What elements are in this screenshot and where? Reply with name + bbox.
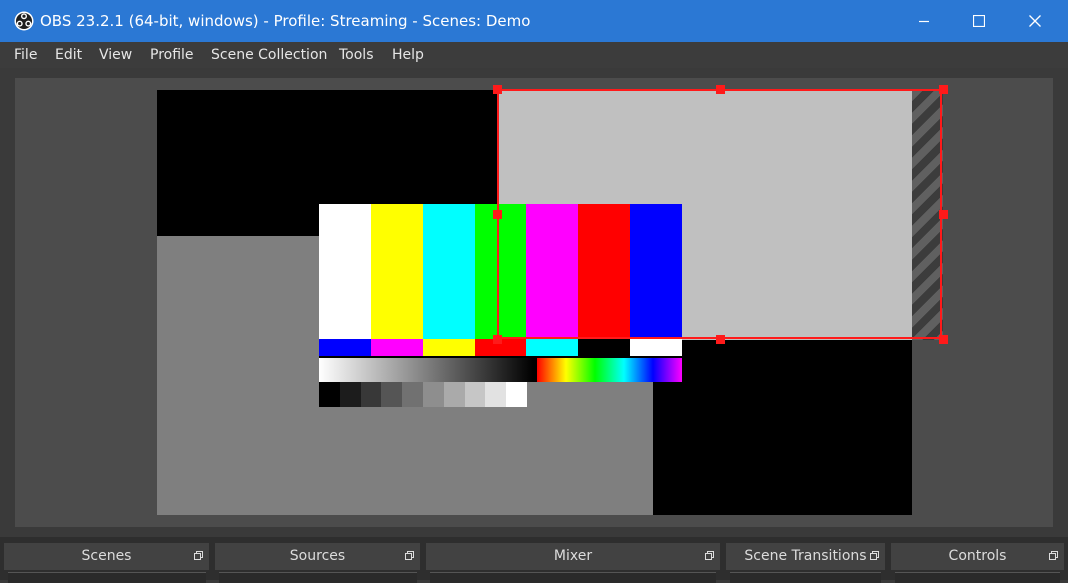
top-bar-2 xyxy=(422,204,475,339)
float-dock-icon[interactable] xyxy=(405,551,414,560)
middle-bar-0 xyxy=(319,339,371,356)
gray-step-0 xyxy=(319,382,340,407)
middle-bar-4 xyxy=(526,339,579,356)
title-bar: OBS 23.2.1 (64-bit, windows) - Profile: … xyxy=(0,0,1068,42)
menu-scene-collection[interactable]: Scene Collection xyxy=(211,46,327,64)
gray-step-3 xyxy=(381,382,403,407)
mixer-panel[interactable] xyxy=(430,572,716,583)
menu-help[interactable]: Help xyxy=(392,46,424,64)
scenes-list[interactable] xyxy=(8,572,206,583)
resize-handle-top[interactable] xyxy=(716,85,725,94)
resize-handle-bottom[interactable] xyxy=(716,335,725,344)
obs-logo-icon xyxy=(14,11,34,31)
close-button[interactable] xyxy=(1012,0,1058,42)
middle-bar-5 xyxy=(578,339,631,356)
top-bar-0 xyxy=(319,204,371,339)
menu-view[interactable]: View xyxy=(99,46,132,64)
resize-handle-left[interactable] xyxy=(493,210,502,219)
gradient-row xyxy=(319,356,682,382)
controls-dock-header[interactable]: Controls xyxy=(891,543,1064,570)
sources-list[interactable] xyxy=(219,572,417,583)
menu-file[interactable]: File xyxy=(14,46,37,64)
top-bar-1 xyxy=(370,204,423,339)
transitions-panel[interactable] xyxy=(730,572,881,583)
float-dock-icon[interactable] xyxy=(870,551,879,560)
scenes-dock-title: Scenes xyxy=(81,548,132,564)
middle-bar-2 xyxy=(422,339,475,356)
maximize-icon xyxy=(973,15,985,27)
resize-handle-top-right[interactable] xyxy=(939,85,948,94)
close-icon xyxy=(1029,15,1041,27)
mixer-dock-title: Mixer xyxy=(553,548,593,564)
resize-handle-bottom-left[interactable] xyxy=(493,335,502,344)
gray-step-4 xyxy=(402,382,423,407)
black-color-source-2 xyxy=(653,340,912,515)
spectrum-gradient xyxy=(537,358,682,382)
gray-step-1 xyxy=(339,382,361,407)
menu-bar: File Edit View Profile Scene Collection … xyxy=(0,42,1068,68)
scene-transitions-dock-title: Scene Transitions xyxy=(744,548,867,564)
gray-step-8 xyxy=(485,382,507,407)
minimize-icon xyxy=(919,20,929,23)
window-title: OBS 23.2.1 (64-bit, windows) - Profile: … xyxy=(40,12,531,30)
resize-handle-right[interactable] xyxy=(939,210,948,219)
grayscale-gradient xyxy=(319,358,533,382)
controls-panel[interactable] xyxy=(895,572,1060,583)
gray-step-bars xyxy=(319,382,527,407)
scene-transitions-dock-header[interactable]: Scene Transitions xyxy=(726,543,885,570)
middle-bar-6 xyxy=(630,339,683,356)
scenes-dock-header[interactable]: Scenes xyxy=(4,543,209,570)
float-dock-icon[interactable] xyxy=(1049,551,1058,560)
float-dock-icon[interactable] xyxy=(705,551,714,560)
gray-step-7 xyxy=(464,382,486,407)
gray-step-2 xyxy=(360,382,382,407)
menu-profile[interactable]: Profile xyxy=(150,46,194,64)
sources-dock-header[interactable]: Sources xyxy=(215,543,420,570)
menu-edit[interactable]: Edit xyxy=(55,46,82,64)
resize-handle-bottom-right[interactable] xyxy=(939,335,948,344)
sources-dock-title: Sources xyxy=(289,548,346,564)
gray-step-6 xyxy=(443,382,465,407)
controls-dock-title: Controls xyxy=(948,548,1007,564)
middle-bar-1 xyxy=(370,339,423,356)
mixer-dock-header[interactable]: Mixer xyxy=(426,543,720,570)
float-dock-icon[interactable] xyxy=(194,551,203,560)
maximize-button[interactable] xyxy=(956,0,1002,42)
menu-tools[interactable]: Tools xyxy=(339,46,374,64)
selection-box[interactable] xyxy=(497,89,942,339)
gray-step-5 xyxy=(422,382,444,407)
minimize-button[interactable] xyxy=(901,0,947,42)
resize-handle-top-left[interactable] xyxy=(493,85,502,94)
gray-step-9 xyxy=(506,382,527,407)
